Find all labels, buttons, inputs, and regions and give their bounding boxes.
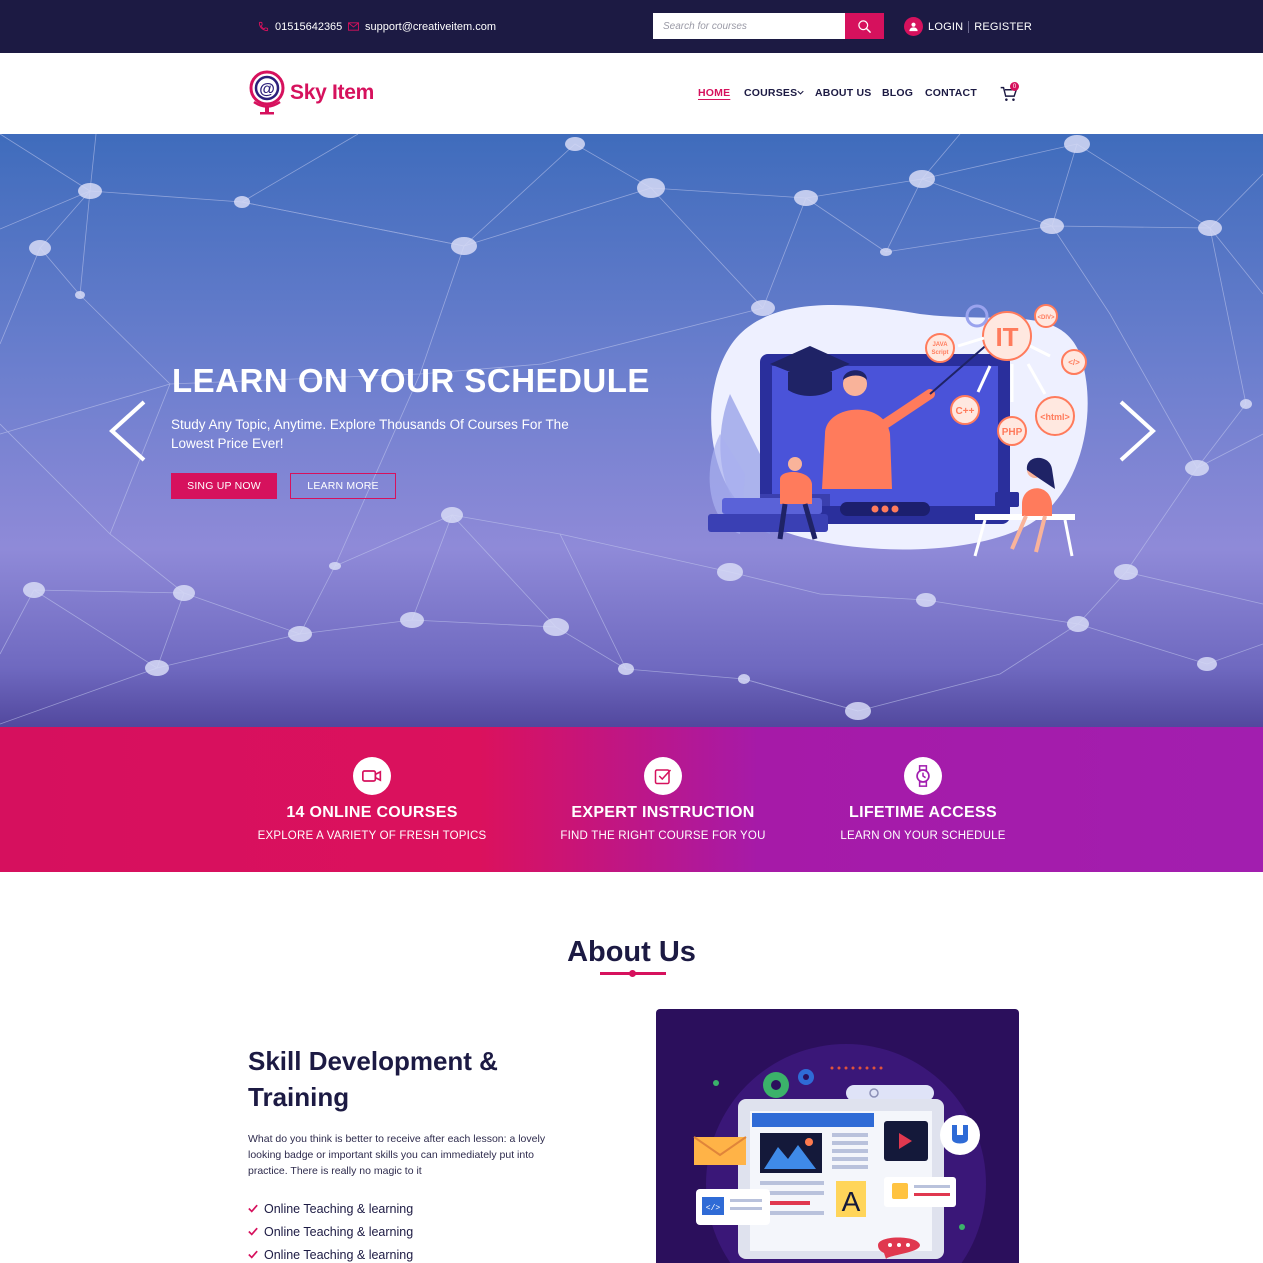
checkbox-icon [644, 757, 682, 795]
list-item-label: Online Teaching & learning [264, 1247, 414, 1262]
email-contact[interactable]: support@creativeitem.com [348, 0, 496, 53]
svg-text:@: @ [259, 81, 275, 98]
hero-slider: LEARN ON YOUR SCHEDULE Study Any Topic, … [0, 134, 1263, 727]
globe-at-icon: @ [249, 70, 285, 115]
svg-text:PHP: PHP [1002, 427, 1023, 438]
signup-button[interactable]: SING UP NOW [171, 473, 277, 499]
search-input[interactable] [653, 13, 845, 39]
about-illustration: A </> [656, 1009, 1019, 1263]
auth-divider [968, 20, 970, 33]
feature-online-courses: 14 ONLINE COURSES EXPLORE A VARIETY OF F… [222, 727, 522, 842]
list-item: Online Teaching & learning [248, 1243, 413, 1263]
check-icon [248, 1250, 258, 1259]
phone-icon [258, 21, 269, 32]
video-camera-icon [353, 757, 391, 795]
nav-item-courses[interactable]: COURSES [744, 87, 797, 99]
svg-text:</>: </> [1068, 358, 1080, 367]
feature-lifetime-access: LIFETIME ACCESS LEARN ON YOUR SCHEDULE [773, 727, 1073, 842]
page: 01515642365 support@creativeitem.com LOG… [0, 0, 1263, 1263]
about-heading: About Us [567, 936, 696, 968]
svg-text:<html>: <html> [1040, 412, 1070, 422]
phone-contact[interactable]: 01515642365 [258, 0, 342, 53]
chevron-down-icon[interactable] [797, 90, 804, 95]
svg-text:</>: </> [706, 1204, 721, 1213]
list-item-label: Online Teaching & learning [264, 1201, 414, 1216]
cart-count-badge: 0 [1010, 82, 1019, 91]
svg-text:<DIV>: <DIV> [1037, 315, 1055, 321]
watch-icon [904, 757, 942, 795]
brand-name: Sky Item [290, 81, 374, 104]
top-bar: 01515642365 support@creativeitem.com LOG… [0, 0, 1263, 53]
skill-title: Skill Development & Training [248, 1046, 498, 1112]
search-icon [858, 19, 871, 33]
nav-item-home[interactable]: HOME [698, 87, 730, 99]
feature-title: 14 ONLINE COURSES [286, 804, 458, 821]
check-icon [248, 1204, 258, 1213]
nav-item-contact[interactable]: CONTACT [925, 87, 977, 99]
list-item: Online Teaching & learning [248, 1197, 413, 1220]
slider-prev-arrow[interactable] [108, 400, 148, 462]
auth-links: LOGIN REGISTER [904, 0, 1032, 53]
chevron-left-icon [109, 400, 146, 462]
feature-checklist: Online Teaching & learning Online Teachi… [248, 1197, 413, 1263]
search-button[interactable] [845, 13, 884, 39]
feature-subtitle: EXPLORE A VARIETY OF FRESH TOPICS [257, 830, 487, 842]
heading-underline-dot [629, 970, 636, 977]
cart-button[interactable]: 0 [1000, 82, 1020, 104]
nav-item-about-us[interactable]: ABOUT US [815, 87, 871, 99]
phone-number: 01515642365 [275, 20, 343, 33]
main-navbar: @ Sky Item HOME COURSES ABOUT US BLOG CO… [0, 53, 1263, 134]
hero-subtitle: Study Any Topic, Anytime. Explore Thousa… [171, 417, 569, 451]
login-link[interactable]: LOGIN [928, 21, 963, 33]
register-link[interactable]: REGISTER [974, 21, 1032, 33]
check-icon [248, 1227, 258, 1236]
mail-icon [348, 22, 359, 31]
svg-text:JAVA: JAVA [932, 342, 948, 348]
user-icon [904, 17, 923, 36]
svg-text:A: A [842, 1186, 861, 1217]
chevron-right-icon [1119, 400, 1156, 462]
nav-item-blog[interactable]: BLOG [882, 87, 913, 99]
about-description: What do you think is better to receive a… [248, 1133, 546, 1177]
list-item-label: Online Teaching & learning [264, 1224, 414, 1239]
svg-text:IT: IT [995, 322, 1018, 352]
feature-title: LIFETIME ACCESS [849, 804, 997, 821]
email-address: support@creativeitem.com [365, 20, 496, 33]
online-learning-illustration: IT JAVA Script <DIV> </> C++ PHP <html> [708, 304, 1088, 557]
hero-title: LEARN ON YOUR SCHEDULE [172, 362, 650, 399]
brand-logo[interactable]: @ Sky Item [248, 67, 374, 119]
learn-more-button[interactable]: LEARN MORE [290, 473, 396, 499]
feature-subtitle: LEARN ON YOUR SCHEDULE [840, 830, 1006, 842]
svg-text:Script: Script [931, 350, 948, 356]
features-band: 14 ONLINE COURSES EXPLORE A VARIETY OF F… [0, 727, 1263, 872]
svg-text:C++: C++ [956, 406, 975, 417]
feature-title: EXPERT INSTRUCTION [571, 804, 755, 821]
list-item: Online Teaching & learning [248, 1220, 413, 1243]
feature-expert-instruction: EXPERT INSTRUCTION FIND THE RIGHT COURSE… [513, 727, 813, 842]
feature-subtitle: FIND THE RIGHT COURSE FOR YOU [560, 830, 766, 842]
slider-next-arrow[interactable] [1117, 400, 1157, 462]
